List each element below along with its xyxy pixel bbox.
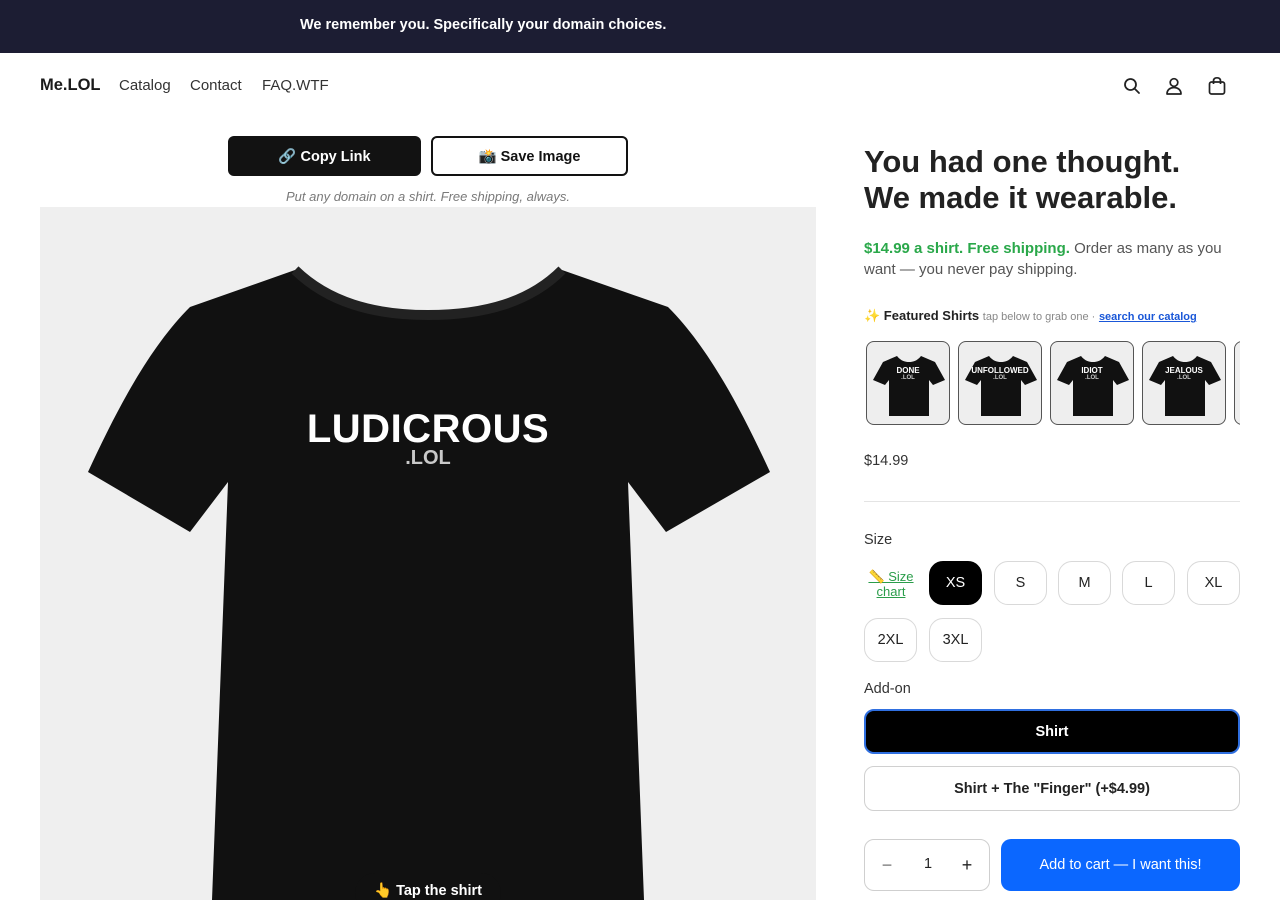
featured-shirt-thumb[interactable]: IDIOT .LOL — [1050, 341, 1134, 425]
product-title: You had one thought. We made it wearable… — [864, 144, 1180, 216]
add-to-cart-button[interactable]: Add to cart — I want this! — [1001, 839, 1240, 891]
addon-option-shirt-finger[interactable]: Shirt + The "Finger" (+$4.99) — [864, 766, 1240, 811]
size-label: Size — [864, 532, 893, 548]
product-price: $14.99 — [864, 453, 909, 469]
quantity-stepper: − 1 + — [864, 839, 990, 891]
featured-subtitle: tap below to grab one · — [982, 311, 1096, 323]
thumb-word: UNFOLLOWED — [971, 366, 1029, 375]
product-title-line1: You had one thought. — [864, 144, 1181, 179]
product-image[interactable]: LUDICROUS .LOL 👆 Tap the shirt — [40, 207, 816, 900]
thumb-tld: .LOL — [901, 375, 915, 381]
thumb-word: JEALOUS — [1165, 366, 1203, 375]
size-option-l[interactable]: L — [1122, 561, 1175, 605]
featured-shirts-carousel[interactable]: DONE .LOL UNFOLLOWED .LOL IDIOT .LOL JEA… — [864, 340, 1240, 426]
tshirt-thumb-graphic — [1149, 356, 1221, 416]
site-logo[interactable]: Me.LOL — [40, 76, 101, 95]
thumb-word: IDIOT — [1081, 366, 1103, 375]
featured-header: ✨ Featured Shirts tap below to grab one … — [864, 308, 1197, 324]
addon-option-shirt[interactable]: Shirt — [864, 709, 1240, 754]
tshirt-thumb-graphic — [1057, 356, 1129, 416]
divider — [864, 501, 1240, 502]
size-option-m[interactable]: M — [1058, 561, 1111, 605]
copy-link-button[interactable]: 🔗 Copy Link — [228, 136, 421, 176]
shirt-print-word: LUDICROUS — [306, 407, 550, 451]
tshirt-graphic — [88, 266, 770, 900]
tagline: Put any domain on a shirt. Free shipping… — [286, 189, 570, 204]
price-highlight: $14.99 a shirt. Free shipping. — [864, 240, 1070, 257]
featured-shirt-thumb[interactable]: JEALOUS .LOL — [1142, 341, 1226, 425]
size-option-2xl[interactable]: 2XL — [864, 618, 917, 662]
quantity-increase-button[interactable]: + — [955, 852, 979, 878]
save-image-button[interactable]: 📸 Save Image — [431, 136, 628, 176]
search-catalog-link[interactable]: search our catalog — [1099, 311, 1197, 323]
product-title-line2: We made it wearable. — [864, 180, 1177, 215]
featured-shirt-thumb[interactable] — [1234, 341, 1240, 425]
thumb-tld: .LOL — [1177, 375, 1191, 381]
featured-shirt-thumb[interactable]: UNFOLLOWED .LOL — [958, 341, 1042, 425]
size-option-s[interactable]: S — [994, 561, 1047, 605]
announcement-bar: We remember you. Specifically your domai… — [0, 0, 1280, 53]
cart-icon[interactable] — [1206, 75, 1228, 97]
thumb-word: DONE — [896, 366, 920, 375]
size-option-xs[interactable]: XS — [929, 561, 982, 605]
shirt-print-tld: .LOL — [405, 447, 451, 469]
addon-label: Add-on — [864, 681, 911, 697]
featured-shirt-thumb[interactable]: DONE .LOL — [866, 341, 950, 425]
price-description: $14.99 a shirt. Free shipping. Order as … — [864, 238, 1244, 280]
tshirt-thumb-graphic — [965, 356, 1037, 416]
size-option-xl[interactable]: XL — [1187, 561, 1240, 605]
nav-link-faq[interactable]: FAQ.WTF — [262, 77, 329, 94]
quantity-decrease-button[interactable]: − — [875, 852, 899, 878]
site-header: Me.LOL Catalog Contact FAQ.WTF — [0, 53, 1280, 119]
announcement-text: We remember you. Specifically your domai… — [300, 17, 667, 33]
tshirt-thumb-graphic — [873, 356, 945, 416]
quantity-value[interactable]: 1 — [909, 856, 947, 872]
thumb-tld: .LOL — [1085, 375, 1099, 381]
nav-link-catalog[interactable]: Catalog — [119, 77, 171, 94]
account-icon[interactable] — [1163, 75, 1185, 97]
tshirt-thumb-graphic — [1235, 342, 1240, 425]
size-chart-link[interactable]: 📏 Size chart — [864, 569, 918, 599]
nav-link-contact[interactable]: Contact — [190, 77, 242, 94]
thumb-tld: .LOL — [993, 375, 1007, 381]
search-icon[interactable] — [1121, 75, 1143, 97]
size-option-3xl[interactable]: 3XL — [929, 618, 982, 662]
featured-title: ✨ Featured Shirts — [864, 308, 980, 323]
tap-shirt-hint[interactable]: 👆 Tap the shirt — [355, 873, 501, 900]
